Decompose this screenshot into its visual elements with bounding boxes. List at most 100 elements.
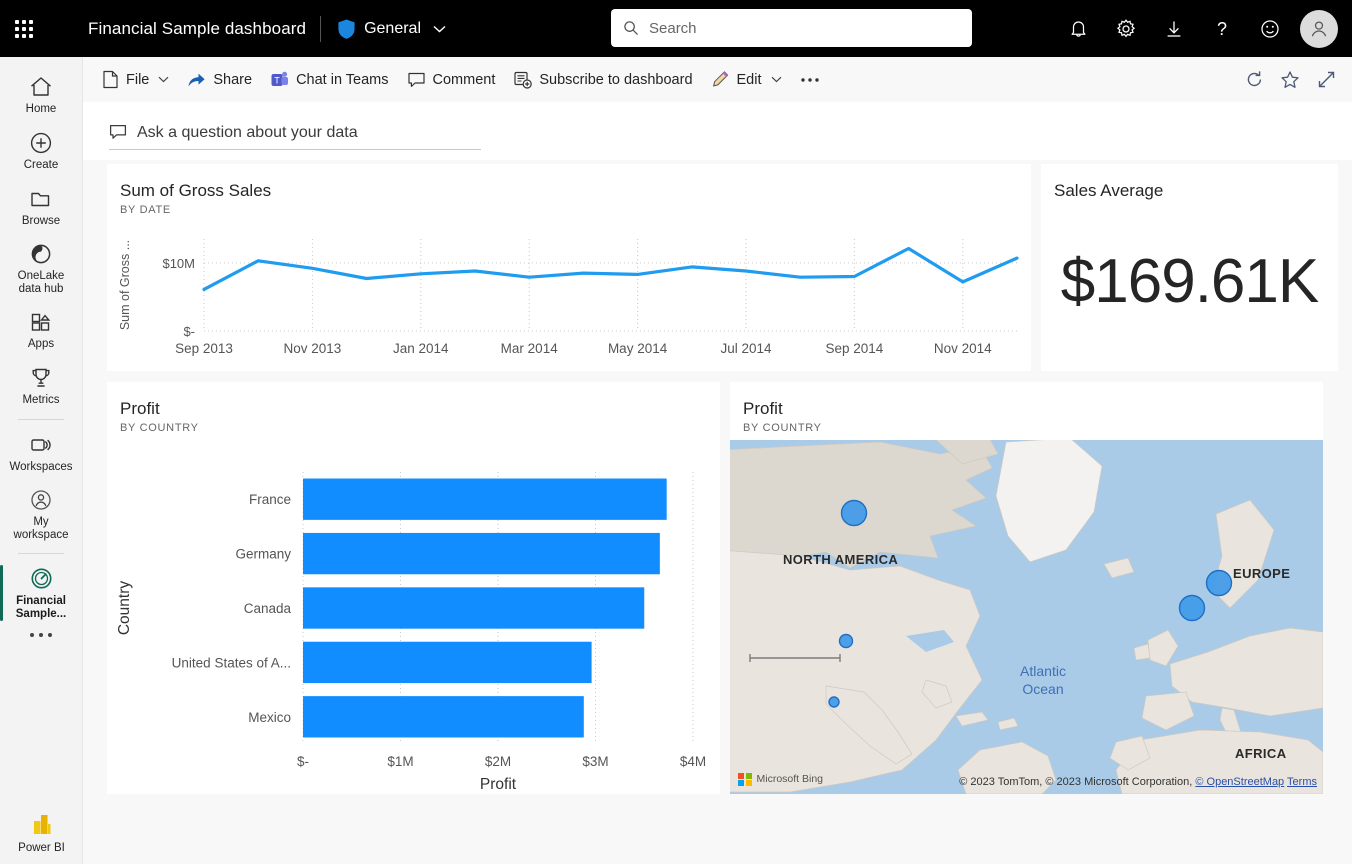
rail-divider [18, 553, 64, 554]
ellipsis-icon[interactable] [30, 627, 52, 639]
feedback-smiley-icon[interactable] [1246, 5, 1294, 53]
category-axis-label: France [249, 492, 291, 507]
comment-icon [407, 71, 426, 89]
tile-sales-average[interactable]: Sales Average $169.61K [1041, 164, 1338, 371]
tile-profit-by-country-map[interactable]: Profit BY COUNTRY NORTH AMERICAEUROPEAFR… [730, 382, 1323, 794]
sidebar-item-onelake-data-hub[interactable]: OneLake data hub [0, 235, 83, 302]
sidebar-item-label: Financial Sample... [16, 595, 67, 621]
sidebar-item-home[interactable]: Home [0, 67, 83, 123]
download-icon[interactable] [1150, 5, 1198, 53]
toolbar-item-label: Share [213, 72, 252, 88]
notifications-icon[interactable] [1054, 5, 1102, 53]
apps-grid-icon [28, 309, 54, 335]
dashboard-gauge-icon [28, 565, 55, 592]
sidebar-item-financial-sample[interactable]: Financial Sample... [0, 559, 83, 627]
x-axis-tick-label: $1M [387, 754, 413, 769]
map-region-label: NORTH AMERICA [783, 552, 898, 567]
workspaces-stack-icon [28, 432, 54, 458]
tile-sum-of-gross-sales[interactable]: Sum of Gross Sales BY DATE $-$10MSum of … [107, 164, 1031, 371]
help-question-icon[interactable]: ? [1198, 5, 1246, 53]
bar-mexico[interactable] [303, 696, 584, 737]
tile-title: Sum of Gross Sales [107, 164, 1031, 201]
chevron-down-icon [771, 76, 782, 83]
x-axis-tick-label: May 2014 [608, 341, 668, 356]
sidebar-item-label: Apps [28, 338, 54, 351]
kpi-value: $169.61K [1041, 246, 1338, 317]
map-bubble-germany[interactable] [1207, 571, 1232, 596]
folder-icon [28, 186, 54, 212]
subscribe-to-dashboard-button[interactable]: Subscribe to dashboard [504, 64, 701, 96]
sidebar-item-metrics[interactable]: Metrics [0, 358, 83, 414]
svg-text:T: T [274, 76, 280, 86]
tile-title: Sales Average [1041, 164, 1338, 201]
map-bubble-united-states-of-america[interactable] [840, 635, 853, 648]
sidebar-item-create[interactable]: Create [0, 123, 83, 179]
map-bubble-canada[interactable] [842, 501, 867, 526]
tile-title: Profit [107, 382, 720, 419]
app-launcher-icon[interactable] [0, 0, 48, 57]
settings-gear-icon[interactable] [1102, 5, 1150, 53]
x-axis-tick-label: Sep 2014 [825, 341, 883, 356]
sidebar-item-workspaces[interactable]: Workspaces [0, 425, 83, 481]
x-axis-tick-label: $4M [680, 754, 706, 769]
qna-section: Ask a question about your data [83, 102, 1352, 160]
sidebar-item-my-workspace[interactable]: My workspace [0, 481, 83, 548]
y-axis-tick-label: $10M [162, 256, 195, 271]
sensitivity-label: General [364, 20, 421, 38]
openstreetmap-link[interactable]: © OpenStreetMap [1195, 776, 1284, 788]
qna-input[interactable]: Ask a question about your data [109, 116, 481, 150]
power-bi-brand-label: Power BI [18, 842, 65, 854]
page-title: Financial Sample dashboard [88, 19, 306, 39]
share-button[interactable]: Share [178, 64, 261, 96]
qna-chat-icon [109, 124, 128, 141]
file-menu-button[interactable]: File [93, 64, 178, 96]
bing-logo: Microsoft Bing [738, 773, 823, 787]
line-chart-plot: $-$10MSum of Gross ...Sep 2013Nov 2013Ja… [107, 229, 1031, 364]
map-canvas[interactable]: NORTH AMERICAEUROPEAFRICA Atlantic Ocean… [730, 440, 1323, 794]
tile-title: Profit [730, 382, 1323, 419]
sidebar-item-label: Create [24, 159, 59, 172]
map-bubble-mexico[interactable] [829, 697, 839, 707]
comment-button[interactable]: Comment [398, 64, 505, 96]
refresh-icon[interactable] [1238, 64, 1270, 96]
shield-icon [337, 18, 356, 40]
more-options-button[interactable] [791, 64, 829, 96]
bar-canada[interactable] [303, 587, 644, 628]
dashboard-tile-canvas: Sum of Gross Sales BY DATE $-$10MSum of … [83, 160, 1352, 864]
tile-subtitle: BY COUNTRY [730, 419, 1323, 434]
bar-france[interactable] [303, 479, 667, 520]
sensitivity-label-button[interactable]: General [337, 18, 446, 40]
tile-profit-by-country-bar[interactable]: Profit BY COUNTRY FranceGermanyCanadaUni… [107, 382, 720, 794]
sidebar-item-apps[interactable]: Apps [0, 302, 83, 358]
sidebar-item-label: Metrics [22, 394, 59, 407]
chevron-down-icon [433, 25, 446, 33]
bar-united-states-of-a[interactable] [303, 642, 592, 683]
power-bi-brand[interactable]: Power BI [0, 808, 83, 854]
terms-link[interactable]: Terms [1287, 776, 1317, 788]
x-axis-tick-label: Nov 2014 [934, 341, 992, 356]
x-axis-tick-label: Mar 2014 [501, 341, 559, 356]
ellipsis-horizontal-icon [800, 76, 820, 84]
fullscreen-icon[interactable] [1310, 64, 1342, 96]
left-navigation-rail: Home Create Browse OneLake data hub [0, 57, 83, 864]
chat-in-teams-button[interactable]: T Chat in Teams [261, 64, 397, 96]
favorite-star-icon[interactable] [1274, 64, 1306, 96]
file-icon [102, 70, 119, 89]
account-avatar-icon[interactable] [1300, 10, 1338, 48]
chevron-down-icon [158, 76, 169, 83]
onelake-icon [28, 241, 54, 267]
header-divider [320, 16, 321, 42]
toolbar-item-label: Edit [737, 72, 762, 88]
header-icon-group: ? [1054, 0, 1344, 57]
global-header: Financial Sample dashboard General Searc… [0, 0, 1352, 57]
y-axis-title: Sum of Gross ... [118, 240, 132, 330]
map-bubble-france[interactable] [1180, 596, 1205, 621]
x-axis-tick-label: $3M [582, 754, 608, 769]
map-ocean-label: Atlantic Ocean [988, 662, 1098, 698]
sidebar-item-browse[interactable]: Browse [0, 179, 83, 235]
map-attribution: © 2023 TomTom, © 2023 Microsoft Corporat… [959, 776, 1317, 788]
bar-germany[interactable] [303, 533, 660, 574]
dashboard-toolbar: File Share T Chat in Teams [83, 57, 1352, 102]
edit-button[interactable]: Edit [702, 64, 791, 96]
search-input[interactable]: Search [611, 9, 972, 47]
